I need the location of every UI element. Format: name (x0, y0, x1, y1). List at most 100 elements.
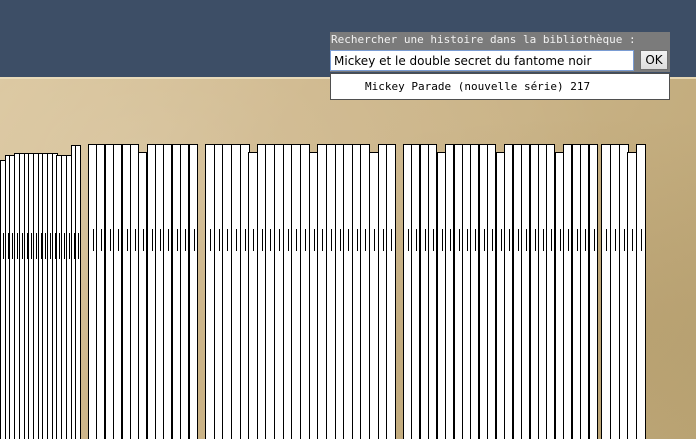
spine-mark (331, 229, 332, 251)
spine-mark (314, 229, 315, 251)
spine-mark (606, 229, 607, 251)
comic-spine[interactable] (589, 144, 598, 439)
spine-mark (365, 229, 366, 251)
spine-mark (415, 229, 417, 251)
spine-mark (407, 229, 409, 251)
comic-spine[interactable] (546, 144, 555, 439)
spine-mark (210, 229, 211, 251)
spine-mark (374, 229, 375, 251)
comic-spine[interactable] (445, 144, 454, 439)
spine-mark (593, 229, 595, 251)
spine-mark (296, 229, 297, 251)
comic-spine[interactable] (96, 144, 105, 439)
spine-mark (340, 229, 341, 251)
search-label: Rechercher une histoire dans la biblioth… (331, 33, 636, 46)
comic-spine[interactable] (580, 144, 589, 439)
spine-mark (508, 229, 510, 251)
spine-mark (322, 229, 323, 251)
comic-spine[interactable] (487, 144, 496, 439)
spine-mark (78, 233, 79, 259)
spine-mark (517, 229, 519, 251)
spine-mark (12, 233, 13, 259)
spine-mark (624, 229, 625, 251)
comic-spine[interactable] (470, 144, 479, 439)
spine-mark (491, 229, 493, 251)
spine-mark (69, 233, 70, 259)
spine-mark (449, 229, 451, 251)
spine-mark (632, 229, 633, 251)
spine-mark (59, 233, 60, 259)
comic-spine[interactable] (521, 144, 530, 439)
spine-mark (262, 229, 263, 251)
spine-mark (500, 229, 502, 251)
spine-mark (193, 229, 195, 251)
search-input[interactable] (330, 50, 634, 71)
spine-mark (550, 229, 552, 251)
comic-spine[interactable] (411, 144, 420, 439)
spine-mark (348, 229, 349, 251)
spine-mark (305, 229, 306, 251)
suggestion-item[interactable]: Mickey Parade (nouvelle série) 217 (365, 80, 590, 93)
comic-spine[interactable] (180, 144, 189, 439)
spine-mark (31, 233, 32, 259)
spine-mark (576, 229, 578, 251)
spine-mark (525, 229, 527, 251)
comic-spine[interactable] (163, 144, 172, 439)
spine-mark (357, 229, 358, 251)
spine-mark (253, 229, 254, 251)
spine-mark (176, 229, 178, 251)
suggestion-dropdown: Mickey Parade (nouvelle série) 217 (330, 73, 670, 100)
spine-mark (36, 233, 37, 259)
spine-mark (466, 229, 468, 251)
spine-mark (22, 233, 23, 259)
spine-mark (142, 229, 144, 251)
ok-button[interactable]: OK (640, 50, 668, 70)
spine-mark (383, 229, 384, 251)
spine-mark (567, 229, 569, 251)
spine-mark (167, 229, 169, 251)
spine-mark (584, 229, 586, 251)
comic-spine[interactable] (386, 144, 396, 439)
spine-mark (219, 229, 220, 251)
spine-mark (474, 229, 476, 251)
spine-mark (100, 229, 102, 251)
spine-mark (483, 229, 485, 251)
spine-mark (424, 229, 426, 251)
spine-mark (17, 233, 18, 259)
spine-mark (641, 229, 642, 251)
spine-mark (92, 229, 94, 251)
spine-mark (245, 229, 246, 251)
spine-mark (134, 229, 136, 251)
spine-mark (534, 229, 536, 251)
spine-mark (3, 233, 4, 259)
spine-mark (50, 233, 51, 259)
spine-mark (542, 229, 544, 251)
comic-spine[interactable] (428, 144, 437, 439)
spine-mark (184, 229, 186, 251)
spine-mark (151, 229, 153, 251)
spine-mark (458, 229, 460, 251)
spine-mark (559, 229, 561, 251)
comic-spine[interactable] (636, 144, 646, 439)
comic-spine[interactable] (113, 144, 122, 439)
spine-mark (615, 229, 616, 251)
spine-mark (288, 229, 289, 251)
spine-mark (64, 233, 65, 259)
comic-spine[interactable] (563, 144, 572, 439)
comic-spine[interactable] (138, 152, 147, 439)
spine-mark (441, 229, 443, 251)
spine-mark (279, 229, 280, 251)
spine-mark (109, 229, 111, 251)
comic-spine[interactable] (75, 145, 81, 439)
comic-spine[interactable] (189, 144, 198, 439)
spine-mark (45, 233, 46, 259)
spine-mark (126, 229, 128, 251)
spine-mark (117, 229, 119, 251)
spine-mark (227, 229, 228, 251)
comic-spine[interactable] (504, 144, 513, 439)
spine-mark (270, 229, 271, 251)
spine-mark (391, 229, 392, 251)
spine-mark (236, 229, 237, 251)
spine-mark (159, 229, 161, 251)
spine-mark (432, 229, 434, 251)
